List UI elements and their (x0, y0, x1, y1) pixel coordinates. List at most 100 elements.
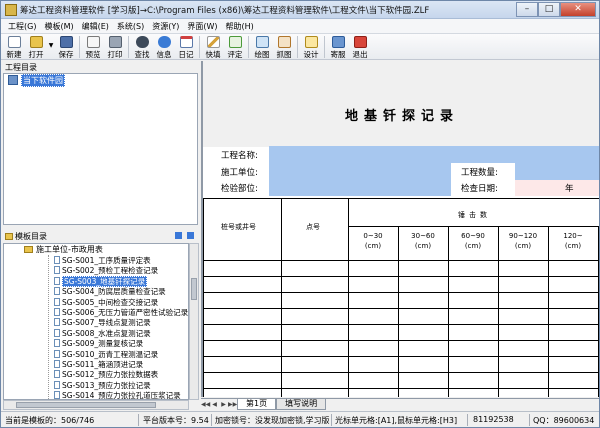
host-button[interactable]: 寄服 (327, 34, 349, 60)
grid-row-line (203, 340, 599, 341)
review-button[interactable]: 评定 (224, 34, 246, 60)
minimize-button[interactable]: – (516, 2, 538, 17)
template-item[interactable]: SG-S012_预应力张拉数据表 (54, 369, 158, 380)
template-item[interactable]: SG-S008_水准点复测记录 (54, 328, 151, 339)
scroll-thumb[interactable] (191, 278, 197, 300)
record-table[interactable]: 桩号或井号 点号 锤击数 0~30 (cm) 30~60 (cm) 60~90 (cm) 9… (203, 198, 599, 397)
arrow-down-icon[interactable] (187, 232, 194, 239)
next-sheet-button[interactable]: ▶ (219, 401, 228, 408)
contractor-field[interactable] (269, 163, 451, 180)
depth-unit-label: (cm) (464, 242, 482, 250)
info-button[interactable]: 信息 (153, 34, 175, 60)
title-bar[interactable]: 筹达工程资料管理软件 [学习版]→C:\Program Files (x86)\… (1, 1, 599, 19)
grid-column-line (281, 198, 282, 397)
grid-column-line (498, 226, 499, 397)
open-label: 打开 (28, 50, 44, 59)
template-item[interactable]: SG-S014_预应力张拉孔道压浆记录 (54, 390, 181, 399)
print-button[interactable]: 打印 (104, 34, 126, 60)
template-item-label: SG-S003_地基钎探记录 (62, 275, 148, 287)
template-item-label: SG-S013_预应力张拉记录 (62, 380, 151, 390)
toolbar: 新建 打开 ▼ 保存 预览 打印 查找 信息 日记 快填 评定 绘图 抓图 设计… (1, 34, 599, 60)
template-item[interactable]: SG-S010_沥青工程测温记录 (54, 349, 158, 360)
folder-icon (5, 233, 13, 240)
document-icon (54, 287, 60, 296)
depth-unit-label: (cm) (564, 242, 582, 250)
print-label: 打印 (107, 50, 123, 59)
exit-button[interactable]: 退出 (349, 34, 371, 60)
document-icon (54, 318, 60, 327)
maximize-button[interactable]: □ (538, 2, 560, 17)
project-name-label: 工程名称: (221, 151, 258, 161)
template-item[interactable]: SG-S001_工序质量评定表 (54, 255, 151, 266)
tab-page-1[interactable]: 第1页 (237, 399, 277, 410)
toolbar-separator (297, 36, 298, 58)
menu-template[interactable]: 模板(M) (41, 19, 78, 33)
menu-edit[interactable]: 编辑(E) (79, 19, 114, 33)
depth-range-label: 120~ (563, 232, 583, 240)
template-item[interactable]: SG-S004_防腐层质量检查记录 (54, 286, 166, 297)
template-item-label: SG-S010_沥青工程测温记录 (62, 349, 159, 359)
phone-status: 81192538 (473, 415, 514, 424)
find-button[interactable]: 查找 (131, 34, 153, 60)
save-button[interactable]: 保存 (55, 34, 77, 60)
template-item[interactable]: SG-S011_箱涵顶进记录 (54, 359, 143, 370)
new-button[interactable]: 新建 (3, 34, 25, 60)
diary-button[interactable]: 日记 (175, 34, 197, 60)
inspect-part-field[interactable] (269, 180, 451, 196)
template-item[interactable]: SG-S002_预检工程检查记录 (54, 265, 158, 276)
template-item[interactable]: SG-S013_预应力张拉记录 (54, 380, 151, 391)
info-label: 信息 (156, 50, 172, 59)
inspect-date-field[interactable] (515, 180, 599, 196)
pile-number-header: 桩号或井号 (221, 223, 256, 231)
design-button[interactable]: 设计 (300, 34, 322, 60)
template-item-label: SG-S012_预应力张拉数据表 (62, 370, 159, 380)
grid-row-line (203, 198, 599, 199)
grid-row-line (203, 372, 599, 373)
quantity-field[interactable] (515, 163, 599, 180)
project-name-field[interactable] (269, 146, 599, 163)
menu-interface[interactable]: 界面(W) (184, 19, 222, 33)
template-item[interactable]: SG-S003_地基钎探记录 (54, 275, 148, 287)
template-item[interactable]: SG-S005_中间检查交接记录 (54, 297, 158, 308)
preview-label: 预览 (85, 50, 101, 59)
capture-button[interactable]: 抓图 (273, 34, 295, 60)
menu-help[interactable]: 帮助(H) (223, 19, 259, 33)
first-sheet-button[interactable]: ◀◀ (201, 401, 210, 408)
new-label: 新建 (6, 50, 22, 59)
menu-system[interactable]: 系统(S) (114, 19, 149, 33)
quick-fill-button[interactable]: 快填 (202, 34, 224, 60)
template-folder-node[interactable]: 施工单位-市政用表 (24, 244, 103, 255)
grid-column-line (203, 198, 204, 397)
drawing-button[interactable]: 绘图 (251, 34, 273, 60)
template-horizontal-scrollbar[interactable] (3, 400, 189, 410)
spreadsheet-area[interactable]: 地基钎探记录 工程名称: 施工单位: 工程数量: 检验部位: 检查日期: 年 桩… (201, 61, 599, 397)
template-tree[interactable]: 施工单位-市政用表 SG-S001_工序质量评定表 SG-S002_预检工程检查记… (3, 243, 189, 400)
close-button[interactable]: ✕ (560, 2, 596, 17)
last-sheet-button[interactable]: ▶▶ (228, 401, 237, 408)
status-bar: 当前是模板的：506/746 平台版本号：9.54 加密锁号：没发现加密锁,学习… (1, 411, 599, 427)
project-tree[interactable]: 当下软件园 (3, 73, 198, 225)
grid-column-line (548, 226, 549, 397)
preview-button[interactable]: 预览 (82, 34, 104, 60)
exit-label: 退出 (352, 50, 368, 59)
template-item[interactable]: SG-S006_无压力管道严密性试验记录 (54, 307, 188, 318)
open-button[interactable]: 打开 (25, 34, 47, 60)
new-file-icon (7, 36, 21, 48)
open-dropdown-arrow[interactable]: ▼ (47, 34, 55, 59)
template-item-label: SG-S001_工序质量评定表 (62, 256, 151, 265)
point-number-header: 点号 (306, 223, 320, 231)
year-label: 年 (565, 184, 574, 194)
scroll-thumb[interactable] (16, 402, 156, 408)
arrow-up-icon[interactable] (175, 232, 182, 239)
template-item[interactable]: SG-S007_导线点复测记录 (54, 317, 151, 328)
menu-project[interactable]: 工程(G) (5, 19, 41, 33)
template-item[interactable]: SG-S009_测量复核记录 (54, 338, 143, 349)
template-vertical-scrollbar[interactable] (189, 243, 199, 400)
binoculars-icon (135, 36, 149, 48)
prev-sheet-button[interactable]: ◀ (210, 401, 219, 408)
depth-range-label: 0~30 (363, 232, 383, 240)
depth-column-header: 30~60 (cm) (398, 231, 448, 251)
menu-resource[interactable]: 资源(Y) (149, 19, 184, 33)
project-root-node[interactable]: 当下软件园 (21, 74, 65, 87)
tab-instructions[interactable]: 填写说明 (276, 399, 327, 410)
